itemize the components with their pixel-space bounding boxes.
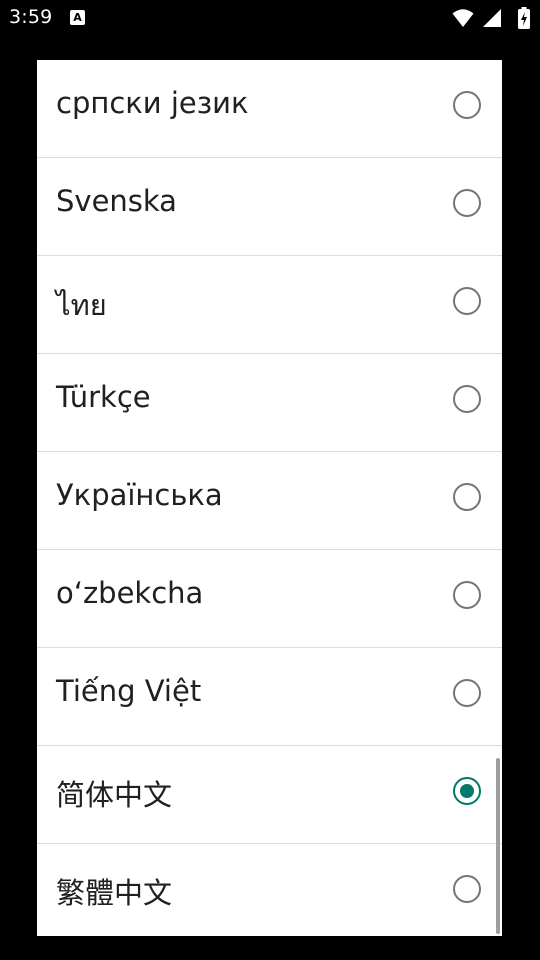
language-option[interactable]: Türkçe [37,354,502,452]
language-option-label: oʻzbekcha [56,576,204,610]
cellular-signal-icon [483,9,501,27]
radio-button[interactable] [453,189,481,217]
language-option-label: српски језик [56,86,249,120]
language-option[interactable]: ไทย [37,256,502,354]
radio-button[interactable] [453,483,481,511]
notification-icon: A [70,10,85,25]
wifi-icon [452,9,474,27]
language-option[interactable]: Tiếng Việt [37,648,502,746]
language-dialog: српски језик Svenska ไทย Türkçe Українська oʻ… [37,60,502,936]
language-option[interactable]: српски језик [37,60,502,158]
radio-button-checked[interactable] [453,777,481,805]
radio-selected-dot [460,784,474,798]
status-icons [452,6,532,30]
language-option-label: 简体中文 [56,778,173,812]
language-option-label: Tiếng Việt [56,674,202,708]
radio-button[interactable] [453,287,481,315]
language-option[interactable]: 简体中文 [37,746,502,844]
status-bar: 3:59 A [0,0,540,36]
scrollbar[interactable] [496,758,500,934]
language-option[interactable]: Українська [37,452,502,550]
radio-button[interactable] [453,385,481,413]
language-option-label: ไทย [56,288,107,322]
language-option[interactable]: 繁體中文 [37,844,502,936]
language-option-label: Svenska [56,184,177,218]
language-option-label: Українська [56,478,223,512]
language-option-label: Türkçe [56,380,151,414]
language-option[interactable]: Svenska [37,158,502,256]
battery-charging-icon [518,7,530,29]
language-option[interactable]: oʻzbekcha [37,550,502,648]
radio-button[interactable] [453,581,481,609]
radio-button[interactable] [453,91,481,119]
radio-button[interactable] [453,875,481,903]
status-time: 3:59 [9,6,53,28]
language-option-label: 繁體中文 [56,876,173,910]
radio-button[interactable] [453,679,481,707]
